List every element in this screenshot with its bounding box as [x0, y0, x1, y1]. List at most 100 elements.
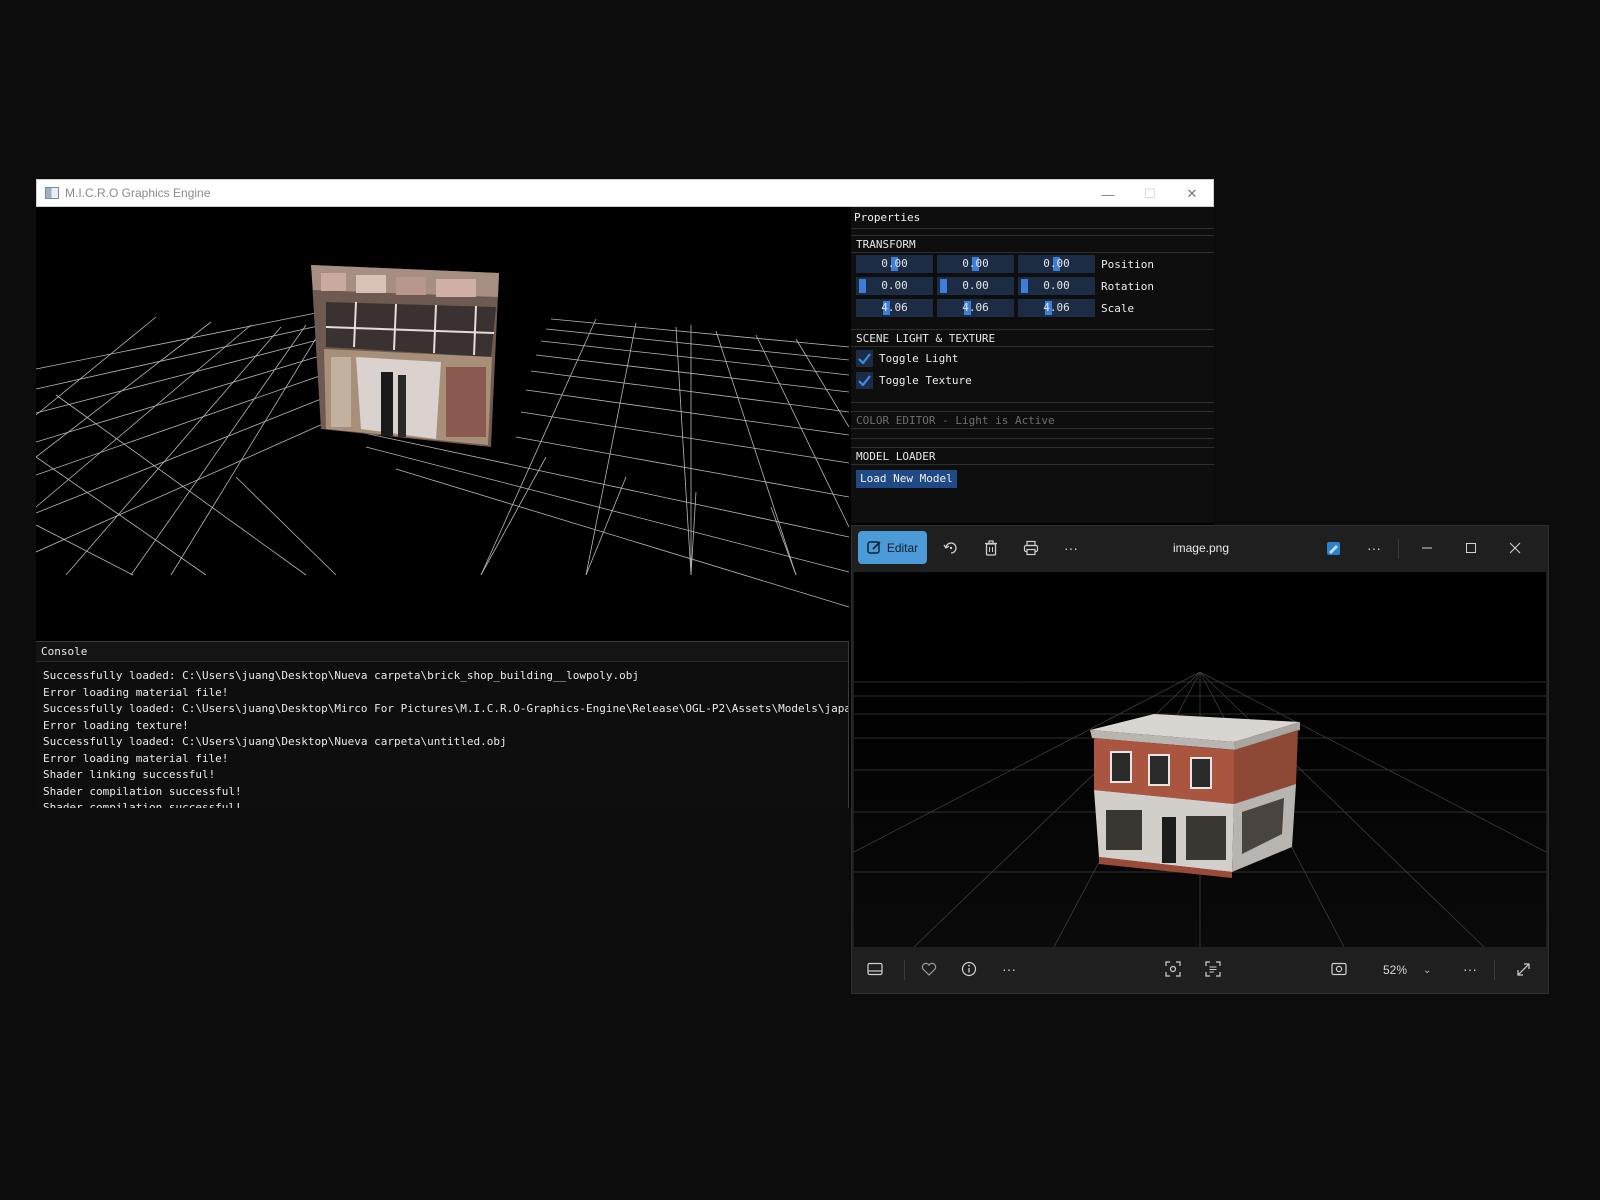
- trash-icon: [985, 540, 997, 556]
- close-button[interactable]: ✕: [1171, 180, 1213, 208]
- position-z-drag[interactable]: 0.00: [1018, 255, 1095, 273]
- engine-titlebar[interactable]: M.I.C.R.O Graphics Engine — ☐ ✕: [36, 179, 1214, 207]
- rotation-z-value: 0.00: [1043, 279, 1070, 292]
- transform-header[interactable]: TRANSFORM: [851, 235, 1214, 253]
- shop-building-model: [1090, 714, 1300, 878]
- more-icon: ···: [1002, 961, 1016, 977]
- scan-text-icon: [1205, 961, 1221, 977]
- print-icon: [1023, 540, 1039, 556]
- console-log: Successfully loaded: C:\Users\juang\Desk…: [36, 662, 848, 808]
- maximize-button[interactable]: ☐: [1129, 180, 1171, 208]
- console-line: Successfully loaded: C:\Users\juang\Desk…: [43, 669, 640, 682]
- 3d-viewport[interactable]: [36, 207, 849, 641]
- properties-title: Properties: [851, 207, 1214, 229]
- maximize-icon: ☐: [1144, 186, 1156, 201]
- position-x-drag[interactable]: 0.00: [856, 255, 933, 273]
- rotate-icon: [943, 542, 957, 554]
- close-button[interactable]: [1502, 535, 1528, 561]
- edit-label: Editar: [886, 540, 919, 555]
- info-button[interactable]: [956, 956, 982, 982]
- toolbar-separator: [904, 960, 905, 980]
- checkmark-icon: [858, 374, 871, 386]
- more-options-button[interactable]: ···: [996, 956, 1022, 982]
- console-line: Shader compilation successful!: [43, 784, 242, 798]
- console-line: Shader linking successful!: [43, 768, 216, 781]
- rotation-x-value: 0.00: [881, 279, 908, 292]
- more-options-button[interactable]: ···: [1361, 535, 1387, 561]
- close-icon: ✕: [1186, 186, 1198, 201]
- delete-button[interactable]: [978, 535, 1004, 561]
- console-line: Successfully loaded: C:\Users\juang\Desk…: [43, 702, 849, 715]
- scan-text-button[interactable]: [1200, 956, 1226, 982]
- toolbar-separator: [1494, 960, 1495, 980]
- rotation-label: Rotation: [1101, 279, 1154, 293]
- fit-screen-icon: [1165, 961, 1181, 977]
- photos-top-toolbar: Editar ··· image.png ···: [852, 526, 1550, 572]
- fullscreen-button[interactable]: [1510, 956, 1536, 982]
- actual-size-icon: [1331, 962, 1347, 976]
- slider-grab: [940, 279, 947, 293]
- more-icon: ···: [1463, 961, 1477, 977]
- engine-window-title: M.I.C.R.O Graphics Engine: [65, 186, 211, 200]
- scale-x-drag[interactable]: 4.06: [856, 299, 933, 317]
- model-loader-header[interactable]: MODEL LOADER: [851, 447, 1214, 465]
- zoom-value: 52%: [1383, 963, 1408, 977]
- toolbar-separator: [1398, 539, 1399, 559]
- maximize-button[interactable]: [1458, 535, 1484, 561]
- print-button[interactable]: [1018, 535, 1044, 561]
- slider-grab: [859, 279, 866, 293]
- filmstrip-button[interactable]: [862, 956, 888, 982]
- rotation-y-drag[interactable]: 0.00: [937, 277, 1014, 295]
- edit-button[interactable]: Editar: [858, 531, 927, 564]
- app-icon: [45, 187, 59, 199]
- photo-canvas[interactable]: [854, 572, 1546, 947]
- divider: [851, 429, 1214, 439]
- more-options-button[interactable]: ···: [1457, 956, 1483, 982]
- maximize-icon: [1466, 543, 1476, 553]
- rotation-x-drag[interactable]: 0.00: [856, 277, 933, 295]
- rotate-button[interactable]: [938, 535, 964, 561]
- zoom-dropdown[interactable]: 52% ⌄: [1373, 956, 1445, 984]
- position-y-value: 0.00: [962, 257, 989, 270]
- fullscreen-icon: [1516, 962, 1530, 976]
- console-panel[interactable]: Console Successfully loaded: C:\Users\ju…: [36, 641, 849, 808]
- scale-label: Scale: [1101, 301, 1135, 315]
- rotation-y-value: 0.00: [962, 279, 989, 292]
- divider: [851, 391, 1214, 403]
- console-line: Error loading texture!: [43, 718, 189, 732]
- more-options-button[interactable]: ···: [1058, 535, 1084, 561]
- position-y-drag[interactable]: 0.00: [937, 255, 1014, 273]
- position-row: 0.00 0.00 0.00 Position: [851, 253, 1214, 275]
- properties-panel: Properties TRANSFORM 0.00 0.00 0.00 Posi…: [851, 207, 1214, 523]
- checkmark-icon: [858, 352, 871, 364]
- toggle-texture-checkbox[interactable]: Toggle Texture: [851, 369, 1214, 391]
- color-editor-header[interactable]: COLOR EDITOR - Light is Active: [851, 411, 1214, 429]
- chevron-down-icon: ⌄: [1423, 964, 1432, 976]
- toggle-texture-label: Toggle Texture: [879, 373, 972, 387]
- position-z-value: 0.00: [1043, 257, 1070, 270]
- more-icon: ···: [1367, 540, 1381, 556]
- photos-window: Editar ··· image.png ··· ··· 52% ⌄ ···: [851, 525, 1549, 994]
- actual-size-button[interactable]: [1326, 956, 1352, 982]
- filmstrip-icon: [867, 962, 883, 976]
- favorite-button[interactable]: [916, 956, 942, 982]
- scale-row: 4.06 4.06 4.06 Scale: [851, 297, 1214, 319]
- console-line: Error loading material file!: [43, 751, 229, 765]
- edit-image-icon: [867, 541, 881, 554]
- visual-search-button[interactable]: [1160, 956, 1186, 982]
- console-line: Successfully loaded: C:\Users\juang\Desk…: [43, 735, 507, 748]
- scene-light-texture-header[interactable]: SCENE LIGHT & TEXTURE: [851, 329, 1214, 347]
- load-new-model-button[interactable]: Load New Model: [856, 470, 957, 488]
- toggle-light-checkbox[interactable]: Toggle Light: [851, 347, 1214, 369]
- scale-y-drag[interactable]: 4.06: [937, 299, 1014, 317]
- viewport-scene: [36, 265, 849, 608]
- rotation-row: 0.00 0.00 0.00 Rotation: [851, 275, 1214, 297]
- scale-z-drag[interactable]: 4.06: [1018, 299, 1095, 317]
- scale-y-value: 4.06: [962, 301, 989, 314]
- slider-grab: [1021, 279, 1028, 293]
- rotation-z-drag[interactable]: 0.00: [1018, 277, 1095, 295]
- minimize-button[interactable]: [1414, 535, 1440, 561]
- building-model: [311, 265, 499, 447]
- edit-photo-app-button[interactable]: [1320, 535, 1346, 561]
- minimize-button[interactable]: —: [1087, 180, 1129, 208]
